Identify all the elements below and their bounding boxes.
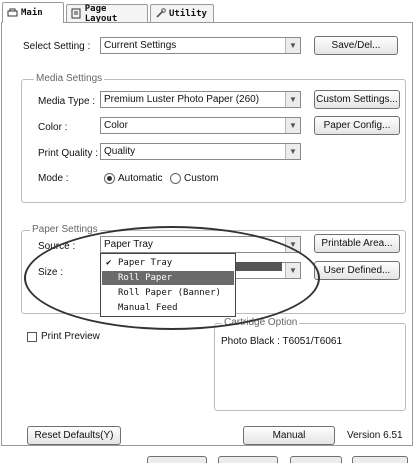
source-value: Paper Tray <box>104 239 153 250</box>
mode-automatic-radio[interactable] <box>104 173 115 184</box>
source-combo[interactable]: Paper Tray ▼ <box>100 236 301 253</box>
save-del-button[interactable]: Save/Del... <box>314 36 398 55</box>
print-quality-label: Print Quality : <box>38 148 99 159</box>
chevron-down-icon[interactable]: ▼ <box>285 92 300 107</box>
dialog-button-cut-off[interactable] <box>147 456 207 463</box>
chevron-down-icon[interactable]: ▼ <box>285 144 300 159</box>
size-combo-highlight <box>232 262 282 271</box>
size-label: Size : <box>38 267 64 278</box>
chevron-down-icon[interactable]: ▼ <box>285 263 300 278</box>
print-quality-combo[interactable]: Quality ▼ <box>100 143 301 160</box>
dropdown-option-manual-feed[interactable]: Manual Feed <box>102 301 234 315</box>
version-label: Version 6.51 <box>347 430 403 441</box>
reset-defaults-button[interactable]: Reset Defaults(Y) <box>27 426 121 445</box>
print-preview-label[interactable]: Print Preview <box>41 331 100 342</box>
dialog-button-cut-off[interactable] <box>290 456 342 463</box>
tab-label: Utility <box>169 8 207 19</box>
mode-automatic-label[interactable]: Automatic <box>118 173 162 184</box>
dropdown-option-paper-tray[interactable]: ✔ Paper Tray <box>102 256 234 270</box>
tab-page-layout[interactable]: Page Layout <box>66 3 148 24</box>
tab-strip: Main Page Layout Utility <box>0 0 418 24</box>
option-label: Paper Tray <box>118 258 173 268</box>
dialog-button-cut-off[interactable] <box>352 456 408 463</box>
media-settings-title: Media Settings <box>34 73 105 84</box>
cartridge-value: Photo Black : T6051/T6061 <box>221 336 343 347</box>
paper-settings-title: Paper Settings <box>30 224 100 235</box>
option-label: Roll Paper (Banner) <box>118 288 221 298</box>
custom-settings-button[interactable]: Custom Settings... <box>314 90 400 109</box>
cartridge-option-title: Cartridge Option <box>222 317 300 328</box>
chevron-down-icon[interactable]: ▼ <box>285 237 300 252</box>
tab-main[interactable]: Main <box>2 2 64 23</box>
source-label: Source : <box>38 241 76 252</box>
option-label: Manual Feed <box>118 303 178 313</box>
media-type-label: Media Type : <box>38 96 96 107</box>
page-layout-icon <box>71 8 82 19</box>
source-dropdown-list: ✔ Paper Tray Roll Paper Roll Paper (Bann… <box>100 253 236 317</box>
color-value: Color <box>104 120 128 131</box>
printer-icon <box>7 8 18 19</box>
option-label: Roll Paper <box>118 273 173 283</box>
tab-utility[interactable]: Utility <box>150 4 214 22</box>
print-preview-checkbox[interactable] <box>27 332 37 342</box>
mode-custom-label[interactable]: Custom <box>184 173 218 184</box>
user-defined-button[interactable]: User Defined... <box>314 261 400 280</box>
mode-label: Mode : <box>38 173 69 184</box>
media-type-combo[interactable]: Premium Luster Photo Paper (260) ▼ <box>100 91 301 108</box>
dialog-button-cut-off[interactable] <box>218 456 278 463</box>
select-setting-value: Current Settings <box>104 40 177 51</box>
select-setting-label: Select Setting : <box>23 41 91 52</box>
mode-custom-radio[interactable] <box>170 173 181 184</box>
select-setting-combo[interactable]: Current Settings ▼ <box>100 37 301 54</box>
manual-button[interactable]: Manual <box>243 426 335 445</box>
utility-wrench-icon <box>155 8 166 19</box>
color-combo[interactable]: Color ▼ <box>100 117 301 134</box>
chevron-down-icon[interactable]: ▼ <box>285 38 300 53</box>
tab-label: Page Layout <box>84 3 118 24</box>
chevron-down-icon[interactable]: ▼ <box>285 118 300 133</box>
dropdown-option-roll-paper-banner[interactable]: Roll Paper (Banner) <box>102 286 234 300</box>
media-type-value: Premium Luster Photo Paper (260) <box>104 94 260 105</box>
printable-area-button[interactable]: Printable Area... <box>314 234 400 253</box>
paper-config-button[interactable]: Paper Config... <box>314 116 400 135</box>
checkmark-icon: ✔ <box>106 258 112 268</box>
print-quality-value: Quality <box>104 146 136 157</box>
tab-label: Main <box>21 8 43 18</box>
dropdown-option-roll-paper[interactable]: Roll Paper <box>102 271 234 285</box>
color-label: Color : <box>38 122 68 133</box>
